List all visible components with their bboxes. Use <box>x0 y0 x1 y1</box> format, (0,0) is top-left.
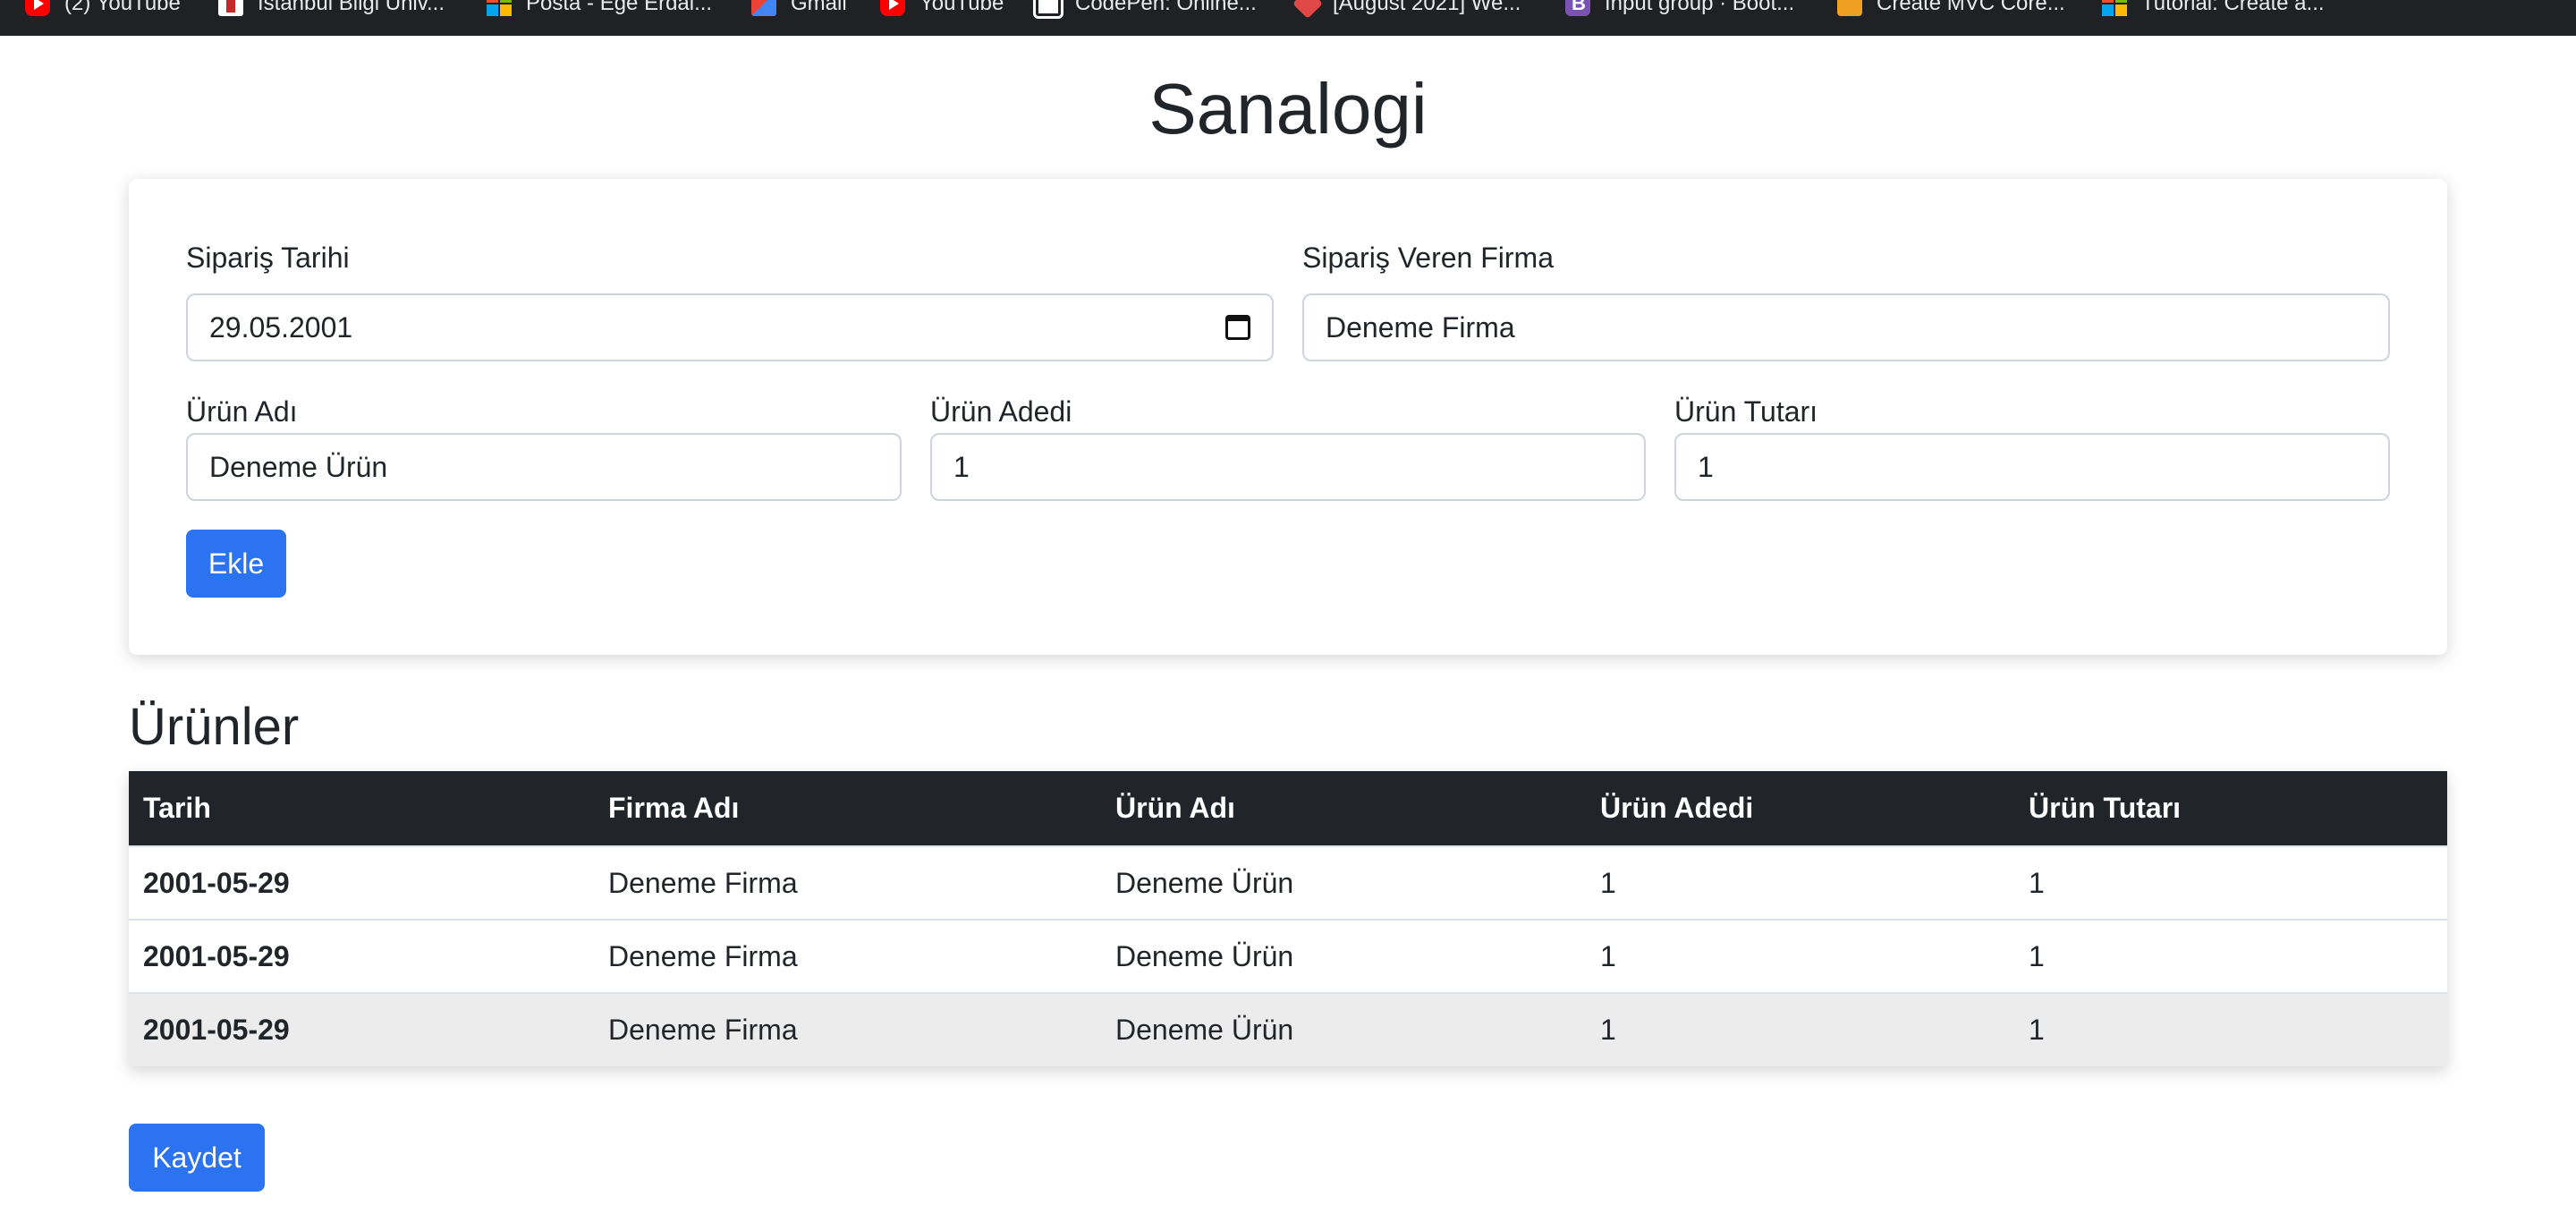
cell-amount: 1 <box>2029 1014 2045 1046</box>
bookmark-label: İstanbul Bilgi Üniv... <box>258 0 445 15</box>
bookmark-label: (2) YouTube <box>64 0 181 15</box>
cell-amount: 1 <box>2029 866 2045 899</box>
bookmark-bilgi[interactable]: İstanbul Bilgi Üniv... <box>218 0 445 20</box>
cell-amount: 1 <box>2029 939 2045 972</box>
product-name-label: Ürün Adı <box>186 395 298 428</box>
table-row: 2001-05-29 Deneme Firma Deneme Ürün 1 1 <box>129 993 2447 1066</box>
bookmark-label: Gmail <box>791 0 847 15</box>
bootstrap-icon <box>1565 0 1590 16</box>
amount-value: 1 <box>1698 450 1714 483</box>
column-header-company: Firma Adı <box>608 792 740 824</box>
amount-label: Ürün Tutarı <box>1674 395 1818 428</box>
product-name-value: Deneme Ürün <box>209 450 388 483</box>
cell-quantity: 1 <box>1600 1014 1616 1046</box>
company-input[interactable]: Deneme Firma <box>1302 293 2390 361</box>
product-name-input[interactable]: Deneme Ürün <box>186 433 902 501</box>
products-title: Ürünler <box>129 698 300 756</box>
bookmark-gmail[interactable]: Gmail <box>751 0 847 20</box>
order-date-input[interactable]: 29.05.2001 <box>186 293 1274 361</box>
cell-product: Deneme Ürün <box>1115 1014 1294 1046</box>
youtube-icon <box>25 0 50 16</box>
cell-date: 2001-05-29 <box>143 1014 290 1046</box>
outlook-icon <box>487 0 512 16</box>
quantity-label: Ürün Adedi <box>930 395 1072 428</box>
page-title: Sanalogi <box>1148 69 1428 149</box>
column-header-date: Tarih <box>143 792 211 824</box>
bilgi-icon <box>218 0 243 16</box>
quantity-input[interactable]: 1 <box>930 433 1646 501</box>
products-table: Tarih Firma Adı Ürün Adı Ürün Adedi Ürün… <box>129 771 2447 1066</box>
bookmark-label: [August 2021] We... <box>1333 0 1521 15</box>
cell-date: 2001-05-29 <box>143 939 290 972</box>
bookmark-label: Tutorial: Create a... <box>2141 0 2325 15</box>
cell-company: Deneme Firma <box>608 939 798 972</box>
cell-product: Deneme Ürün <box>1115 866 1294 899</box>
cell-quantity: 1 <box>1600 939 1616 972</box>
add-button[interactable]: Ekle <box>186 530 286 598</box>
order-date-label: Sipariş Tarihi <box>186 242 350 274</box>
order-date-value: 29.05.2001 <box>209 310 353 344</box>
bookmark-label: CodePen: Online... <box>1075 0 1257 15</box>
bookmark-youtube-1[interactable]: (2) YouTube <box>25 0 181 20</box>
bookmark-label: Input group · Boot... <box>1605 0 1795 15</box>
cell-company: Deneme Firma <box>608 1014 798 1046</box>
codepen-icon <box>1033 0 1063 19</box>
company-value: Deneme Firma <box>1326 310 1515 344</box>
bookmark-codepen[interactable]: CodePen: Online... <box>1033 0 1257 20</box>
bookmark-posta[interactable]: Posta - Ege Erdal... <box>487 0 712 20</box>
bookmark-mvc[interactable]: Create MVC Core... <box>1837 0 2065 20</box>
bookmark-icon <box>1292 0 1323 19</box>
column-header-quantity: Ürün Adedi <box>1600 792 1754 824</box>
gmail-icon <box>751 0 776 16</box>
cell-quantity: 1 <box>1600 866 1616 899</box>
table-header-row: Tarih Firma Adı Ürün Adı Ürün Adedi Ürün… <box>129 771 2447 846</box>
table-row: 2001-05-29 Deneme Firma Deneme Ürün 1 1 <box>129 846 2447 920</box>
calendar-icon[interactable] <box>1225 315 1250 340</box>
company-label: Sipariş Veren Firma <box>1302 242 1554 274</box>
bookmark-tutorial[interactable]: Tutorial: Create a... <box>2102 0 2325 20</box>
bookmark-label: Create MVC Core... <box>1877 0 2065 15</box>
quantity-value: 1 <box>953 450 970 483</box>
bookmark-bootstrap[interactable]: Input group · Boot... <box>1565 0 1794 20</box>
bookmark-august[interactable]: [August 2021] We... <box>1292 0 1521 20</box>
bookmark-label: YouTube <box>919 0 1004 15</box>
bookmark-label: Posta - Ege Erdal... <box>526 0 713 15</box>
order-form-card: Sipariş Tarihi 29.05.2001 Sipariş Veren … <box>129 179 2447 655</box>
table-row: 2001-05-29 Deneme Firma Deneme Ürün 1 1 <box>129 920 2447 993</box>
column-header-product: Ürün Adı <box>1115 792 1235 824</box>
cell-company: Deneme Firma <box>608 866 798 899</box>
youtube-icon <box>880 0 905 16</box>
bookmark-youtube-2[interactable]: YouTube <box>880 0 1004 20</box>
bookmarks-bar: (2) YouTube İstanbul Bilgi Üniv... Posta… <box>0 0 2576 36</box>
amount-input[interactable]: 1 <box>1674 433 2390 501</box>
cell-product: Deneme Ürün <box>1115 939 1294 972</box>
bookmark-icon <box>1837 0 1862 16</box>
column-header-amount: Ürün Tutarı <box>2029 792 2182 824</box>
cell-date: 2001-05-29 <box>143 866 290 899</box>
save-button[interactable]: Kaydet <box>129 1124 265 1192</box>
microsoft-icon <box>2102 0 2127 16</box>
